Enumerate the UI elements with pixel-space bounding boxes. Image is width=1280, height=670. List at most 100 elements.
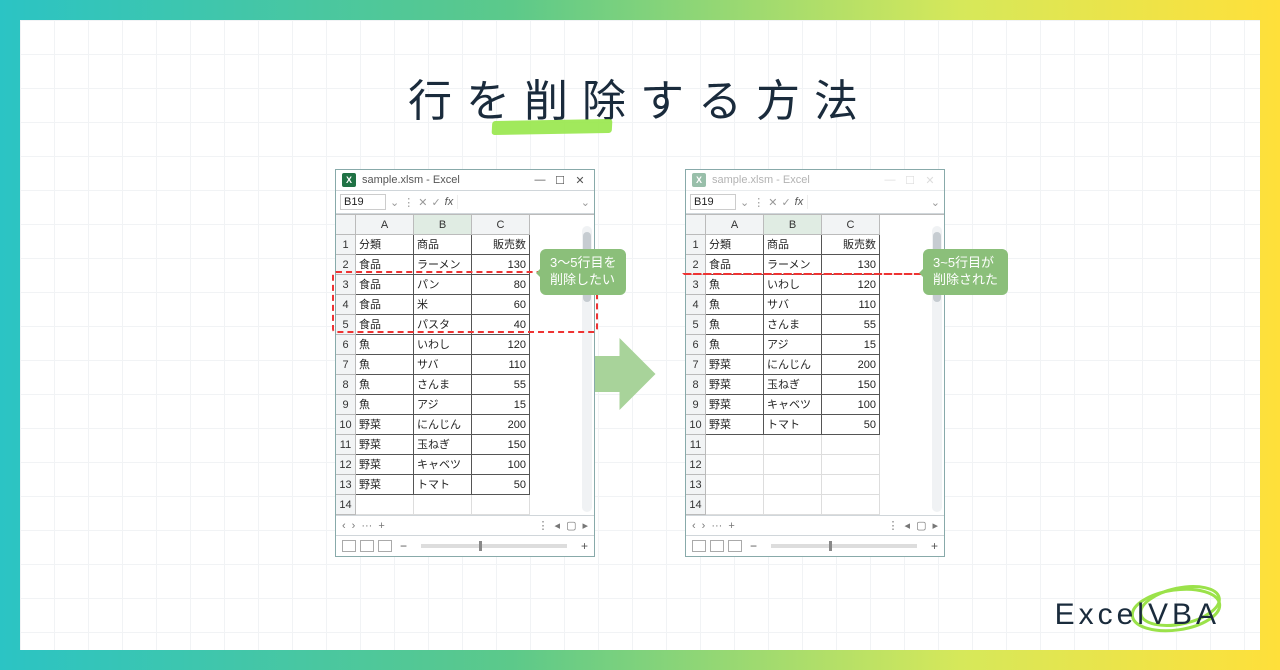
- cell[interactable]: 野菜: [706, 415, 764, 435]
- cell[interactable]: 魚: [706, 335, 764, 355]
- cell[interactable]: 130: [472, 255, 530, 275]
- dropdown-icon[interactable]: ⌄: [390, 196, 399, 209]
- row-header[interactable]: 10: [686, 415, 706, 435]
- row-header[interactable]: 1: [686, 235, 706, 255]
- row-header[interactable]: 14: [686, 495, 706, 515]
- cell[interactable]: 野菜: [356, 455, 414, 475]
- row-header[interactable]: 4: [686, 295, 706, 315]
- row-header[interactable]: 10: [336, 415, 356, 435]
- minimize-icon[interactable]: —: [882, 174, 898, 187]
- cell[interactable]: ラーメン: [414, 255, 472, 275]
- zoom-slider[interactable]: [771, 544, 917, 548]
- cell[interactable]: 野菜: [706, 375, 764, 395]
- cell[interactable]: 分類: [706, 235, 764, 255]
- close-icon[interactable]: ✕: [922, 174, 938, 187]
- row-header[interactable]: 9: [686, 395, 706, 415]
- cell[interactable]: キャベツ: [414, 455, 472, 475]
- row-header[interactable]: 12: [336, 455, 356, 475]
- cell[interactable]: [764, 475, 822, 495]
- cell[interactable]: 150: [822, 375, 880, 395]
- row-header[interactable]: 2: [336, 255, 356, 275]
- cell[interactable]: さんま: [414, 375, 472, 395]
- cell[interactable]: [822, 475, 880, 495]
- cell[interactable]: [764, 495, 822, 515]
- cell[interactable]: [822, 495, 880, 515]
- cell[interactable]: 110: [822, 295, 880, 315]
- row-header[interactable]: 1: [336, 235, 356, 255]
- cell[interactable]: 55: [822, 315, 880, 335]
- cell[interactable]: 野菜: [706, 395, 764, 415]
- cell[interactable]: [414, 495, 472, 515]
- cell[interactable]: 魚: [706, 295, 764, 315]
- cell[interactable]: [764, 435, 822, 455]
- cell[interactable]: トマト: [414, 475, 472, 495]
- cell[interactable]: 野菜: [356, 475, 414, 495]
- maximize-icon[interactable]: ☐: [552, 174, 568, 187]
- cell[interactable]: 魚: [356, 395, 414, 415]
- cell[interactable]: 分類: [356, 235, 414, 255]
- cell[interactable]: にんじん: [414, 415, 472, 435]
- cell[interactable]: [706, 455, 764, 475]
- cell[interactable]: 60: [472, 295, 530, 315]
- column-header[interactable]: C: [822, 215, 880, 235]
- cell[interactable]: 商品: [764, 235, 822, 255]
- cell[interactable]: 120: [472, 335, 530, 355]
- cell[interactable]: 魚: [356, 375, 414, 395]
- cell[interactable]: 食品: [356, 255, 414, 275]
- cell[interactable]: 120: [822, 275, 880, 295]
- cell[interactable]: キャベツ: [764, 395, 822, 415]
- cell[interactable]: 玉ねぎ: [414, 435, 472, 455]
- row-header[interactable]: 11: [686, 435, 706, 455]
- cell[interactable]: 15: [822, 335, 880, 355]
- row-header[interactable]: 3: [686, 275, 706, 295]
- cell[interactable]: アジ: [764, 335, 822, 355]
- cell[interactable]: 50: [822, 415, 880, 435]
- row-header[interactable]: 2: [686, 255, 706, 275]
- cell[interactable]: 野菜: [706, 355, 764, 375]
- cell[interactable]: にんじん: [764, 355, 822, 375]
- dropdown-icon[interactable]: ⌄: [740, 196, 749, 209]
- name-box[interactable]: B19: [340, 194, 386, 210]
- cell[interactable]: [706, 435, 764, 455]
- cell[interactable]: サバ: [764, 295, 822, 315]
- worksheet-after[interactable]: ABC1分類商品販売数2食品ラーメン1303魚いわし1204魚サバ1105魚さん…: [686, 214, 944, 515]
- cell[interactable]: 80: [472, 275, 530, 295]
- zoom-slider[interactable]: [421, 544, 567, 548]
- cell[interactable]: サバ: [414, 355, 472, 375]
- cell[interactable]: アジ: [414, 395, 472, 415]
- row-header[interactable]: 13: [686, 475, 706, 495]
- row-header[interactable]: 6: [336, 335, 356, 355]
- cell[interactable]: 食品: [706, 255, 764, 275]
- column-header[interactable]: A: [356, 215, 414, 235]
- cell[interactable]: [706, 495, 764, 515]
- cell[interactable]: ラーメン: [764, 255, 822, 275]
- maximize-icon[interactable]: ☐: [902, 174, 918, 187]
- row-header[interactable]: 5: [686, 315, 706, 335]
- cell[interactable]: 魚: [706, 275, 764, 295]
- column-header[interactable]: B: [764, 215, 822, 235]
- row-header[interactable]: 6: [686, 335, 706, 355]
- cell[interactable]: 野菜: [356, 415, 414, 435]
- column-header[interactable]: C: [472, 215, 530, 235]
- column-header[interactable]: B: [414, 215, 472, 235]
- cell[interactable]: 野菜: [356, 435, 414, 455]
- row-header[interactable]: 4: [336, 295, 356, 315]
- cell[interactable]: 販売数: [822, 235, 880, 255]
- cell[interactable]: いわし: [414, 335, 472, 355]
- cell[interactable]: 200: [822, 355, 880, 375]
- cell[interactable]: 食品: [356, 315, 414, 335]
- cell[interactable]: 55: [472, 375, 530, 395]
- cell[interactable]: [472, 495, 530, 515]
- row-header[interactable]: 14: [336, 495, 356, 515]
- cell[interactable]: 食品: [356, 295, 414, 315]
- cell[interactable]: 50: [472, 475, 530, 495]
- cell[interactable]: [822, 455, 880, 475]
- cell[interactable]: 110: [472, 355, 530, 375]
- column-header[interactable]: A: [706, 215, 764, 235]
- cell[interactable]: [764, 455, 822, 475]
- cell[interactable]: 魚: [706, 315, 764, 335]
- cell[interactable]: 200: [472, 415, 530, 435]
- formula-input[interactable]: [457, 195, 577, 209]
- cell[interactable]: 40: [472, 315, 530, 335]
- cell[interactable]: [706, 475, 764, 495]
